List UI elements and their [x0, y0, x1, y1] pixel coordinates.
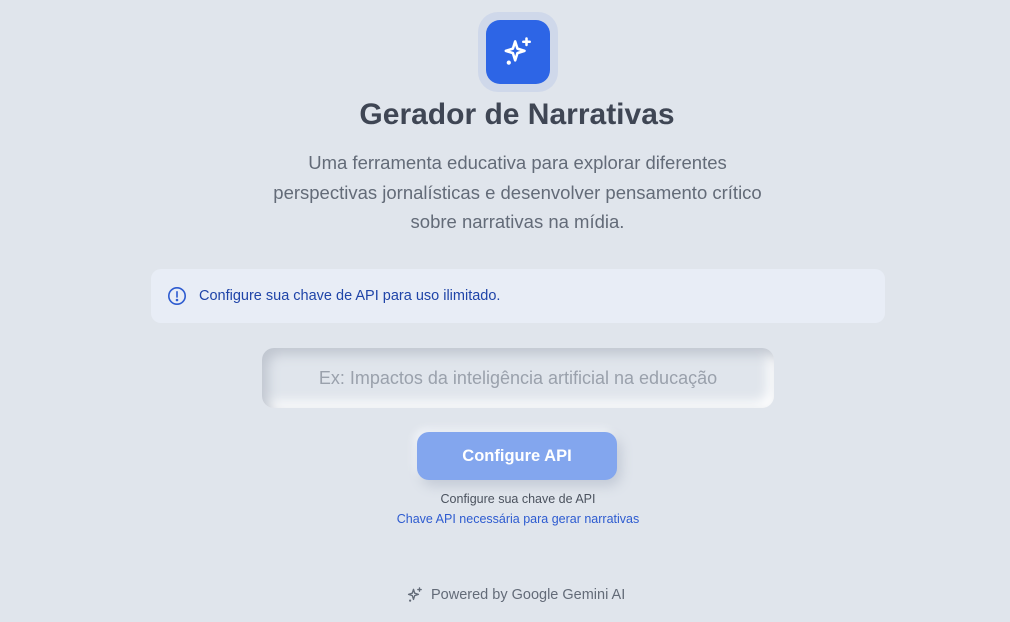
topic-input[interactable] — [262, 348, 774, 408]
info-circle-icon — [167, 286, 187, 306]
page-title: Gerador de Narrativas — [359, 98, 675, 131]
sparkles-icon — [406, 586, 424, 604]
sparkles-icon — [504, 37, 531, 65]
api-key-alert: Configure sua chave de API para uso ilim… — [151, 269, 885, 323]
alert-text: Configure sua chave de API para uso ilim… — [199, 288, 501, 304]
footer: Powered by Google Gemini AI — [406, 585, 625, 605]
api-required-hint: Chave API necessária para gerar narrativ… — [396, 512, 640, 526]
footer-text: Powered by Google Gemini AI — [431, 587, 626, 603]
configure-hint: Configure sua chave de API — [440, 492, 596, 506]
app-logo — [478, 12, 558, 92]
configure-api-button[interactable]: Configure API — [417, 432, 617, 480]
narrative-generator-page: Gerador de Narrativas Uma ferramenta edu… — [0, 0, 1010, 622]
page-subtitle: Uma ferramenta educativa para explorar d… — [273, 152, 762, 232]
app-logo-tile — [486, 20, 550, 84]
